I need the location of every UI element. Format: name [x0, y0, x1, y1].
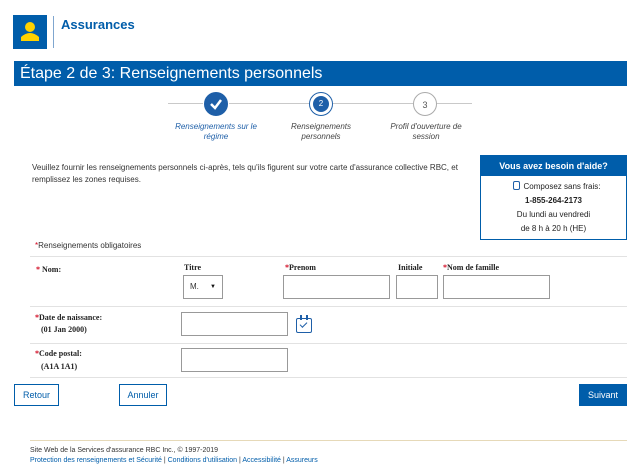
intro-text: Veuillez fournir les renseignements pers… [32, 163, 458, 184]
initial-input[interactable] [396, 275, 438, 299]
stepper-line [333, 103, 413, 104]
divider [30, 377, 627, 378]
next-button[interactable]: Suivant [579, 384, 627, 406]
footer-link-accessibility[interactable]: Accessibilité [242, 457, 281, 464]
help-call-label: Composez sans frais: [523, 182, 601, 191]
phone-icon [512, 181, 520, 190]
lastname-input[interactable] [443, 275, 550, 299]
postal-code-input[interactable] [181, 348, 288, 372]
postal-format-hint: (A1A 1A1) [41, 362, 78, 371]
title-select[interactable]: M. ▼ [183, 275, 223, 299]
stepper-line [437, 103, 472, 104]
dob-format-hint: (01 Jan 2000) [41, 325, 87, 334]
footer-divider [30, 440, 627, 441]
footer-links: Protection des renseignements et Sécurit… [30, 457, 318, 464]
step-2-current-indicator: 2 [309, 92, 333, 116]
cancel-button[interactable]: Annuler [119, 384, 167, 406]
footer-copyright: Site Web de la Services d'assurance RBC … [30, 447, 219, 454]
step-1-label[interactable]: Renseignements sur le régime [171, 122, 261, 142]
dob-input[interactable] [181, 312, 288, 336]
brand-name: Assurances [61, 17, 135, 32]
step-3-indicator: 3 [413, 92, 437, 116]
divider [30, 306, 627, 307]
required-note: *Renseignements obligatoires [35, 241, 142, 250]
title-label: Titre [184, 263, 202, 272]
divider [30, 343, 627, 344]
calendar-icon[interactable] [296, 315, 312, 333]
name-label: * Nom: [36, 265, 62, 274]
firstname-label: *Prenom [285, 263, 316, 272]
help-phone-number[interactable]: 1-855-264-2173 [481, 194, 626, 208]
help-box: Vous avez besoin d'aide? Composez sans f… [480, 155, 627, 240]
logo-text: RBC [18, 40, 36, 49]
step-2-label: Renseignements personnels [290, 122, 352, 141]
help-hours-days: Du lundi au vendredi [516, 210, 591, 219]
brand-divider [53, 16, 54, 48]
title-select-value: M. [190, 282, 199, 291]
footer-link-privacy[interactable]: Protection des renseignements et Sécurit… [30, 457, 162, 464]
footer-link-insurers[interactable]: Assureurs [286, 457, 318, 464]
firstname-input[interactable] [283, 275, 390, 299]
step-2-number: 2 [313, 96, 329, 112]
stepper-line [229, 103, 309, 104]
footer-link-terms[interactable]: Conditions d'utilisation [168, 457, 237, 464]
postal-label: *Code postal: [35, 349, 82, 358]
divider [30, 256, 627, 257]
dob-label: *Date de naissance: [35, 313, 103, 322]
help-title: Vous avez besoin d'aide? [481, 156, 626, 176]
initial-label: Initiale [398, 263, 423, 272]
stepper-line [168, 103, 203, 104]
lastname-label: *Nom de famille [443, 263, 499, 272]
help-hours-times: de 8 h à 20 h (HE) [520, 224, 587, 233]
step-1-complete-check-icon [204, 92, 228, 116]
back-button[interactable]: Retour [14, 384, 59, 406]
step-3-label: Profil d'ouverture de session [390, 122, 462, 141]
step-banner: Étape 2 de 3: Renseignements personnels [14, 61, 627, 86]
dropdown-caret-icon: ▼ [210, 284, 216, 290]
